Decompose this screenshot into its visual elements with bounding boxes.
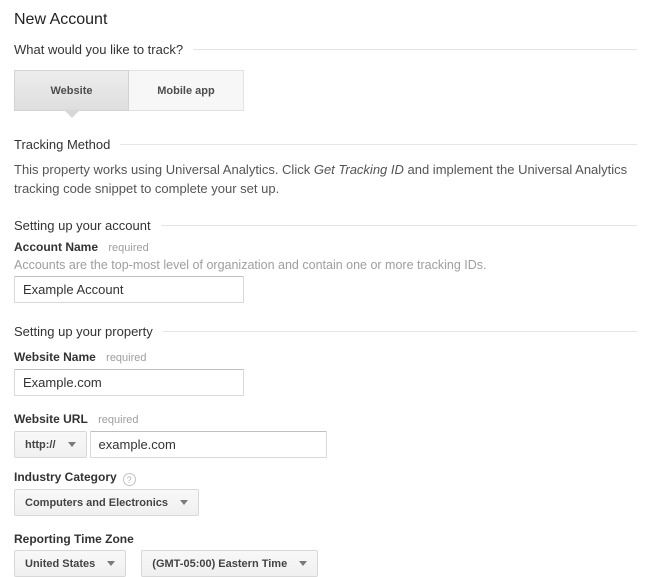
section-account-setup: Setting up your account (14, 218, 640, 233)
chevron-down-icon (107, 561, 115, 566)
industry-category-label-row: Industry Category? (14, 470, 640, 486)
required-badge: required (98, 414, 138, 426)
website-url-label: Website URL (14, 412, 88, 426)
website-url-input[interactable] (90, 431, 327, 458)
section-tracking-method-title: Tracking Method (14, 137, 110, 152)
tab-website[interactable]: Website (14, 70, 129, 111)
industry-category-label: Industry Category (14, 470, 117, 484)
website-name-input[interactable] (14, 369, 244, 396)
section-divider (193, 49, 637, 50)
new-account-page: New Account What would you like to track… (0, 0, 650, 577)
account-name-label-row: Account Name required (14, 240, 640, 256)
tab-mobile-app[interactable]: Mobile app (129, 70, 244, 111)
chevron-down-icon (180, 500, 188, 505)
tab-website-label: Website (51, 85, 93, 97)
account-name-help-text: Accounts are the top-most level of organ… (14, 258, 640, 273)
reporting-time-zone-label-row: Reporting Time Zone (14, 532, 640, 547)
section-account-setup-title: Setting up your account (14, 218, 151, 233)
section-property-setup: Setting up your property (14, 324, 640, 339)
description-text: This property works using Universal Anal… (14, 162, 314, 177)
website-name-label: Website Name (14, 350, 96, 364)
help-icon[interactable]: ? (123, 473, 136, 486)
url-protocol-value: http:// (25, 439, 56, 451)
required-badge: required (106, 352, 146, 364)
account-name-input[interactable] (14, 276, 244, 303)
reporting-time-zone-label: Reporting Time Zone (14, 532, 134, 546)
page-title: New Account (14, 10, 640, 29)
required-badge: required (108, 242, 148, 254)
time-zone-row: United States (GMT-05:00) Eastern Time (14, 547, 640, 577)
section-track: What would you like to track? (14, 42, 640, 57)
url-protocol-dropdown[interactable]: http:// (14, 431, 87, 458)
track-type-tabs: Website Mobile app (14, 70, 640, 111)
section-divider (163, 331, 637, 332)
country-value: United States (25, 558, 95, 570)
section-divider (120, 144, 637, 145)
website-url-row: http:// (14, 428, 640, 458)
section-tracking-method: Tracking Method (14, 137, 640, 152)
time-zone-dropdown[interactable]: (GMT-05:00) Eastern Time (141, 550, 318, 577)
get-tracking-id-emphasis: Get Tracking ID (314, 162, 404, 177)
account-name-label: Account Name (14, 240, 98, 254)
country-dropdown[interactable]: United States (14, 550, 126, 577)
section-property-setup-title: Setting up your property (14, 324, 153, 339)
website-name-label-row: Website Name required (14, 350, 640, 366)
chevron-down-icon (299, 561, 307, 566)
industry-category-value: Computers and Electronics (25, 497, 168, 509)
section-track-title: What would you like to track? (14, 42, 183, 57)
chevron-down-icon (68, 442, 76, 447)
industry-category-dropdown[interactable]: Computers and Electronics (14, 489, 199, 516)
time-zone-value: (GMT-05:00) Eastern Time (152, 558, 287, 570)
website-url-label-row: Website URL required (14, 412, 640, 428)
section-divider (161, 225, 637, 226)
tab-mobile-app-label: Mobile app (157, 85, 214, 97)
tracking-method-description: This property works using Universal Anal… (14, 160, 642, 198)
